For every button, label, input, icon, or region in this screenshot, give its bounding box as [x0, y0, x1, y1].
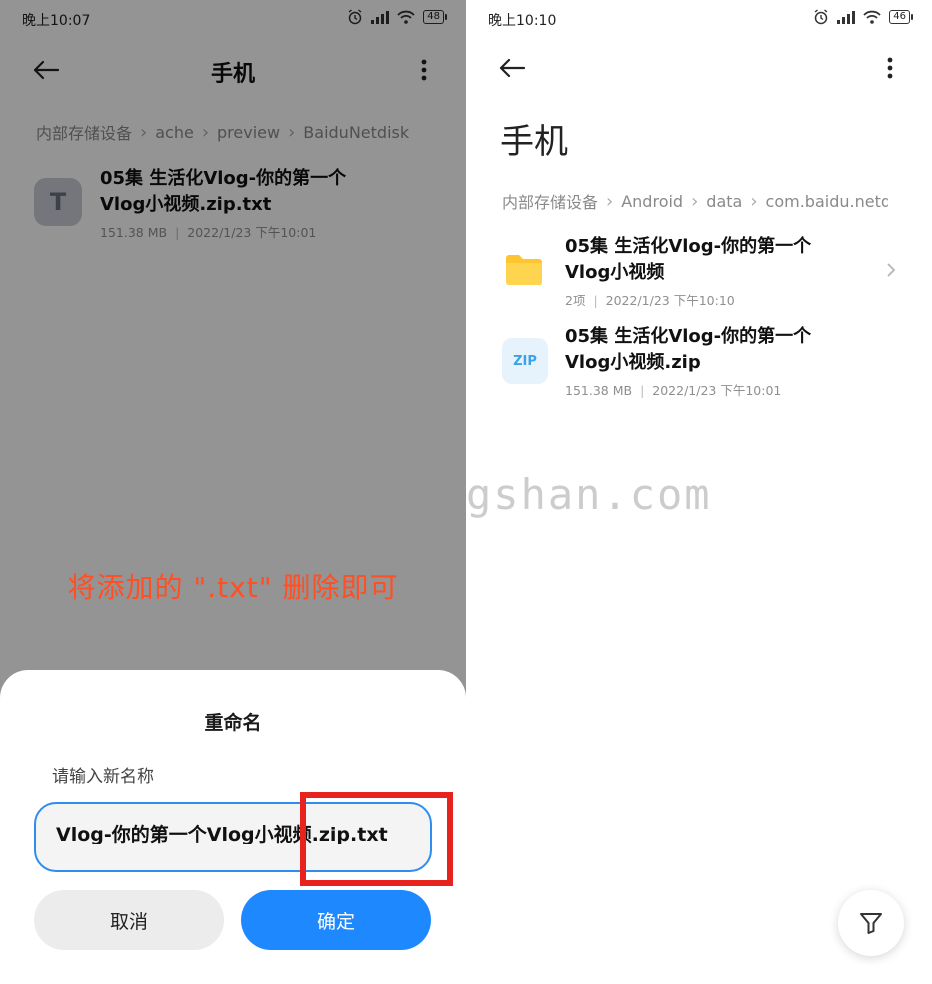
page-title: 手机: [500, 122, 568, 162]
highlight-box: [300, 792, 453, 886]
wifi-icon: [863, 10, 881, 24]
breadcrumb-item[interactable]: data: [706, 192, 742, 211]
right-screen: 晚上10:10 46 手机 内部存储设备 › Android › data › …: [466, 0, 932, 984]
folder-date: 2022/1/23 下午10:10: [605, 293, 735, 308]
more-options-button[interactable]: [870, 48, 910, 88]
breadcrumb-item[interactable]: Android: [621, 192, 683, 211]
chevron-right-icon: ›: [606, 190, 614, 212]
battery-indicator: 46: [889, 10, 913, 24]
status-bar: 晚上10:10 46: [466, 0, 932, 38]
cancel-button[interactable]: 取消: [34, 890, 224, 950]
folder-icon: [506, 255, 542, 285]
chevron-right-icon: ›: [691, 190, 699, 212]
filter-button[interactable]: [838, 890, 904, 956]
breadcrumb-item[interactable]: 内部存储设备: [502, 189, 598, 213]
watermark: gshan.com: [466, 470, 712, 519]
zip-icon-label: ZIP: [513, 353, 537, 369]
breadcrumb: 内部存储设备 › Android › data › com.baidu.netd: [502, 189, 888, 213]
breadcrumb-item[interactable]: com.baidu.netd: [766, 192, 888, 211]
chevron-right-icon: ›: [750, 190, 758, 212]
filter-icon: [860, 913, 882, 934]
more-vertical-icon: [887, 57, 893, 79]
zip-meta: 151.38 MB | 2022/1/23 下午10:01: [565, 383, 782, 398]
zip-name-line1: 05集 生活化Vlog-你的第一个: [565, 326, 812, 347]
back-arrow-icon: [499, 58, 526, 78]
folder-name-line1: 05集 生活化Vlog-你的第一个: [565, 236, 812, 257]
chevron-right-icon: [887, 263, 896, 277]
signal-icon: [837, 11, 856, 24]
zip-date: 2022/1/23 下午10:01: [652, 383, 782, 398]
folder-count: 2项: [565, 293, 586, 308]
zip-icon: ZIP: [502, 338, 548, 384]
status-icons: 46: [813, 9, 913, 25]
dialog-label: 请输入新名称: [52, 767, 154, 787]
dialog-title: 重命名: [204, 712, 262, 734]
back-button[interactable]: [492, 48, 532, 88]
instruction-annotation: 将添加的 ".txt" 删除即可: [67, 571, 399, 604]
confirm-button[interactable]: 确定: [241, 890, 431, 950]
left-screen: 晚上10:07 48 手机 内部存储设备 › ache › preview › …: [0, 0, 466, 984]
status-time: 晚上10:10: [488, 13, 557, 29]
folder-row[interactable]: 05集 生活化Vlog-你的第一个 Vlog小视频 2项 | 2022/1/23…: [466, 232, 932, 312]
folder-meta: 2项 | 2022/1/23 下午10:10: [565, 293, 735, 308]
alarm-icon: [814, 9, 828, 25]
app-bar: [466, 48, 932, 92]
zip-name-line2: Vlog小视频.zip: [565, 352, 701, 373]
folder-name-line2: Vlog小视频: [565, 262, 665, 283]
zip-file-row[interactable]: ZIP 05集 生活化Vlog-你的第一个 Vlog小视频.zip 151.38…: [466, 322, 932, 402]
zip-size: 151.38 MB: [565, 383, 633, 398]
